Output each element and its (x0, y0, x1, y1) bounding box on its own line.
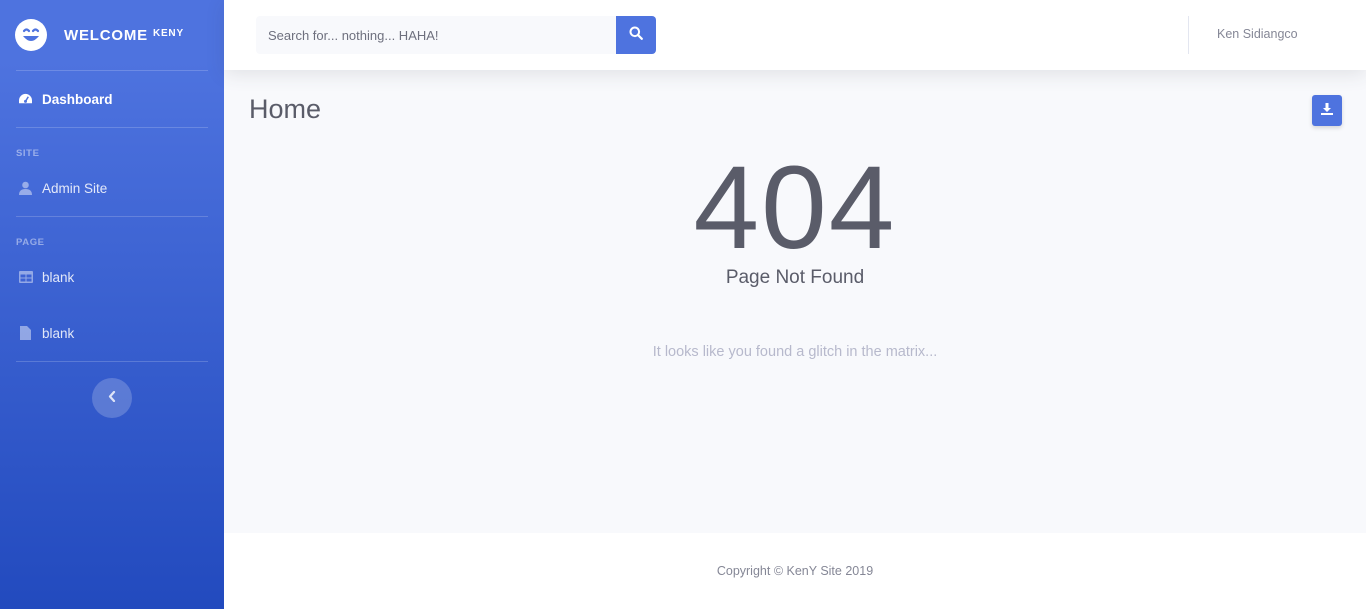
laugh-wink-icon (15, 19, 47, 51)
topbar: Ken Sidiangco (224, 0, 1366, 70)
sidebar-item-label: Dashboard (42, 91, 113, 107)
brand-title: WELCOME KENY (64, 26, 184, 44)
brand-superscript: KENY (152, 27, 184, 39)
generate-report-button[interactable] (1312, 95, 1342, 126)
search-input[interactable] (256, 16, 616, 54)
user-name[interactable]: Ken Sidiangco (1217, 27, 1298, 41)
file-icon (18, 326, 33, 341)
error-message: It looks like you found a glitch in the … (652, 344, 938, 360)
search-icon (629, 26, 643, 45)
sidebar: WELCOME KENY Dashboard SITE Admin Site PA… (0, 0, 224, 609)
download-icon (1321, 102, 1333, 120)
sidebar-toggle-button[interactable] (92, 378, 132, 418)
search-form (256, 16, 656, 54)
sidebar-brand[interactable]: WELCOME KENY (0, 0, 224, 70)
chevron-left-icon (108, 389, 116, 407)
page-title: Home (249, 94, 322, 124)
error-title: Page Not Found (725, 267, 865, 288)
footer: Copyright © KenY Site 2019 (224, 533, 1366, 609)
sidebar-toggle-wrapper (0, 362, 224, 418)
search-button[interactable] (616, 16, 656, 54)
error-code: 404 (693, 142, 897, 274)
tachometer-icon (18, 92, 33, 107)
sidebar-item-label: blank (42, 325, 75, 341)
topbar-divider (1188, 16, 1189, 54)
sidebar-item-dashboard[interactable]: Dashboard (0, 71, 224, 127)
copyright-text: Copyright © KenY Site 2019 (716, 564, 874, 578)
